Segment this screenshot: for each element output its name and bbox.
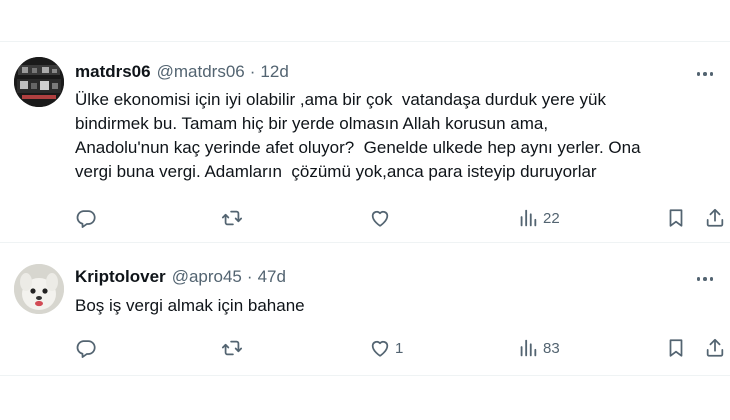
more-dots-icon[interactable] <box>694 64 716 84</box>
bar-chart-icon <box>520 339 537 357</box>
user-handle[interactable]: @apro45 <box>172 267 242 287</box>
tweet-actions: 1 83 <box>0 336 730 360</box>
timestamp[interactable]: 47d <box>258 267 286 287</box>
views-button[interactable]: 22 <box>517 206 560 230</box>
reply-button[interactable] <box>75 206 101 230</box>
views-button[interactable]: 83 <box>517 336 560 360</box>
previous-tweet-remnant <box>0 0 730 42</box>
tweet-actions: 22 <box>0 206 730 230</box>
repost-button[interactable] <box>221 206 247 230</box>
tweet-text-line: vergi buna vergi. Adamların çözümü yok,a… <box>75 162 597 181</box>
bookmark-button[interactable] <box>665 206 687 230</box>
repost-button[interactable] <box>221 336 247 360</box>
bookmark-icon <box>669 209 683 227</box>
tweet-text-line: Boş iş vergi almak için bahane <box>75 296 305 315</box>
bar-chart-icon <box>520 209 537 227</box>
bookmark-icon <box>669 339 683 357</box>
more-dots-icon[interactable] <box>694 269 716 289</box>
like-count: 1 <box>395 339 404 357</box>
share-upload-icon <box>706 208 724 227</box>
heart-icon <box>371 340 389 357</box>
share-button[interactable] <box>704 206 726 230</box>
reply-bubble-icon <box>76 210 96 228</box>
reply-bubble-icon <box>76 340 96 358</box>
views-count: 22 <box>543 209 560 227</box>
tweet-header: matdrs06 @matdrs06 · 12d <box>75 62 289 82</box>
tweet[interactable]: matdrs06 @matdrs06 · 12d Ülke ekonomisi … <box>0 43 730 243</box>
tweet-text: Boş iş vergi almak için bahane <box>75 294 715 318</box>
tweet-text: Ülke ekonomisi için iyi olabilir ,ama bi… <box>75 88 715 184</box>
tweet-text-line: Ülke ekonomisi için iyi olabilir ,ama bi… <box>75 90 607 109</box>
user-handle[interactable]: @matdrs06 <box>157 62 245 82</box>
share-upload-icon <box>706 338 724 357</box>
tweet-header: Kriptolover @apro45 · 47d <box>75 267 286 287</box>
tweet[interactable]: Kriptolover @apro45 · 47d Boş iş vergi a… <box>0 244 730 376</box>
repost-arrows-icon <box>221 210 243 226</box>
share-button[interactable] <box>704 336 726 360</box>
views-count: 83 <box>543 339 560 357</box>
bookmark-button[interactable] <box>665 336 687 360</box>
display-name[interactable]: matdrs06 <box>75 62 151 82</box>
tweet-text-line: Anadolu'nun kaç yerinde afet oluyor? Gen… <box>75 138 641 157</box>
like-button[interactable]: 1 <box>369 336 403 360</box>
avatar[interactable] <box>14 264 64 314</box>
reply-button[interactable] <box>75 336 101 360</box>
tweet-text-line: bindirmek bu. Tamam hiç bir yerde olması… <box>75 114 549 133</box>
separator-dot: · <box>249 62 256 81</box>
separator-dot: · <box>246 267 253 286</box>
like-button[interactable] <box>369 206 395 230</box>
repost-arrows-icon <box>221 340 243 356</box>
display-name[interactable]: Kriptolover <box>75 267 166 287</box>
timestamp[interactable]: 12d <box>260 62 288 82</box>
avatar[interactable] <box>14 57 64 107</box>
heart-icon <box>371 210 389 227</box>
